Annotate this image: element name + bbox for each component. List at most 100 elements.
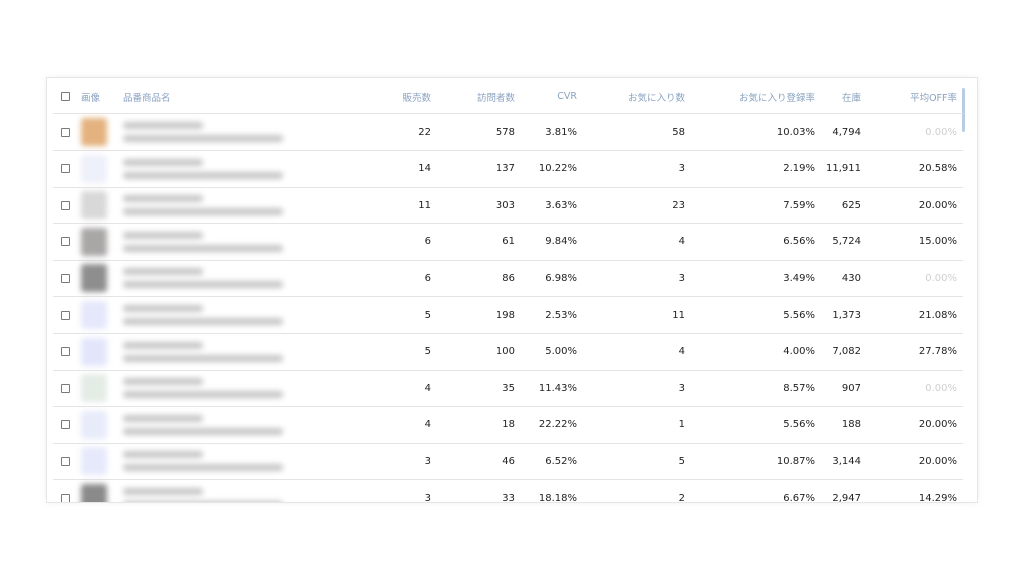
cell-fav-rate: 8.57% [783,382,815,394]
cell-sales: 6 [424,236,431,248]
product-thumbnail[interactable] [81,410,107,439]
cell-sales: 5 [424,309,431,321]
cell-avg-off: 0.00% [925,382,957,394]
header-fav-rate[interactable]: お気に入り登録率 [703,80,815,113]
table-row[interactable]: 5 100 5.00% 4 4.00% 7,082 27.78% [53,334,963,371]
cell-cvr: 10.22% [538,163,577,175]
select-all-checkbox[interactable] [61,92,70,101]
blurred-product-name[interactable] [123,301,323,329]
cell-avg-off: 15.00% [918,236,957,248]
cell-sales: 3 [424,492,431,503]
row-checkbox[interactable] [61,310,70,320]
product-name-cell [123,443,343,479]
row-checkbox[interactable] [61,420,70,430]
product-thumbnail[interactable] [81,484,107,502]
header-visitors[interactable]: 訪問者数 [445,80,515,113]
product-thumbnail[interactable] [81,118,107,146]
cell-visitors: 137 [495,163,515,175]
product-thumbnail[interactable] [81,264,107,293]
cell-stock: 2,947 [832,492,861,503]
cell-stock: 188 [841,419,861,431]
cell-fav-rate: 7.59% [783,199,815,211]
product-thumbnail[interactable] [81,447,107,476]
table-row[interactable]: 14 137 10.22% 3 2.19% 11,911 20.58% [53,151,963,188]
row-checkbox[interactable] [61,347,70,357]
cell-visitors: 46 [502,455,515,467]
cell-stock: 5,724 [832,236,861,248]
header-image[interactable]: 画像 [81,80,121,113]
table-row[interactable]: 3 46 6.52% 5 10.87% 3,144 20.00% [53,443,963,481]
row-select-cell [61,114,75,150]
header-stock[interactable]: 在庫 [823,80,861,113]
cell-favorites: 2 [678,492,685,503]
row-select-cell [61,334,75,370]
blurred-product-name[interactable] [123,264,323,292]
table-row[interactable]: 4 18 22.22% 1 5.56% 188 20.00% [53,407,963,444]
cell-avg-off: 27.78% [918,346,957,358]
row-checkbox[interactable] [61,200,70,210]
cell-visitors: 198 [495,309,515,321]
blurred-product-name[interactable] [123,155,323,183]
cell-cvr: 22.22% [538,419,577,431]
cell-stock: 430 [841,272,861,284]
product-image-cell [81,260,121,296]
product-thumbnail[interactable] [81,301,107,329]
blurred-product-name[interactable] [123,374,323,402]
row-checkbox[interactable] [61,273,70,283]
header-cvr[interactable]: CVR [523,80,577,113]
cell-favorites: 23 [672,199,685,211]
product-thumbnail[interactable] [81,337,107,366]
cell-avg-off: 20.00% [918,455,957,467]
cell-visitors: 61 [502,236,515,248]
header-avg-off[interactable]: 平均OFF率 [883,80,957,113]
table-row[interactable]: 5 198 2.53% 11 5.56% 1,373 21.08% [53,297,963,334]
row-checkbox[interactable] [61,127,70,137]
product-image-cell [81,114,121,150]
row-checkbox[interactable] [61,237,70,247]
cell-cvr: 5.00% [545,346,577,358]
cell-favorites: 5 [678,455,685,467]
header-favorites[interactable]: お気に入り数 [593,80,685,113]
cell-fav-rate: 10.03% [776,126,815,138]
product-name-cell [123,114,343,150]
product-thumbnail[interactable] [81,374,107,403]
row-checkbox[interactable] [61,493,70,502]
row-checkbox[interactable] [61,456,70,466]
cell-stock: 3,144 [832,455,861,467]
table-row[interactable]: 6 86 6.98% 3 3.49% 430 0.00% [53,260,963,298]
product-name-cell [123,151,343,187]
table-row[interactable]: 3 33 18.18% 2 6.67% 2,947 14.29% [53,480,963,503]
row-select-cell [61,370,75,406]
table-row[interactable]: 11 303 3.63% 23 7.59% 625 20.00% [53,187,963,225]
cell-sales: 4 [424,382,431,394]
cell-visitors: 33 [502,492,515,503]
table-row[interactable]: 4 35 11.43% 3 8.57% 907 0.00% [53,370,963,408]
blurred-product-name[interactable] [123,118,323,146]
cell-favorites: 3 [678,163,685,175]
row-checkbox[interactable] [61,164,70,174]
row-select-cell [61,187,75,223]
cell-cvr: 11.43% [538,382,577,394]
blurred-product-name[interactable] [123,338,323,366]
cell-cvr: 6.52% [545,455,577,467]
table-row[interactable]: 22 578 3.81% 58 10.03% 4,794 0.00% [53,114,963,151]
blurred-product-name[interactable] [123,447,323,475]
row-select-cell [61,224,75,260]
row-checkbox[interactable] [61,383,70,393]
cell-visitors: 86 [502,272,515,284]
table-row[interactable]: 6 61 9.84% 4 6.56% 5,724 15.00% [53,224,963,261]
product-thumbnail[interactable] [81,154,107,183]
product-image-cell [81,187,121,223]
blurred-product-name[interactable] [123,484,323,502]
product-name-cell [123,407,343,443]
product-thumbnail[interactable] [81,227,107,256]
cell-avg-off: 0.00% [925,272,957,284]
product-thumbnail[interactable] [81,191,107,220]
blurred-product-name[interactable] [123,228,323,256]
blurred-product-name[interactable] [123,191,323,219]
header-name[interactable]: 品番商品名 [123,80,343,113]
select-all-cell [61,80,75,113]
cell-cvr: 3.81% [545,126,577,138]
blurred-product-name[interactable] [123,411,323,439]
header-sales[interactable]: 販売数 [373,80,431,113]
